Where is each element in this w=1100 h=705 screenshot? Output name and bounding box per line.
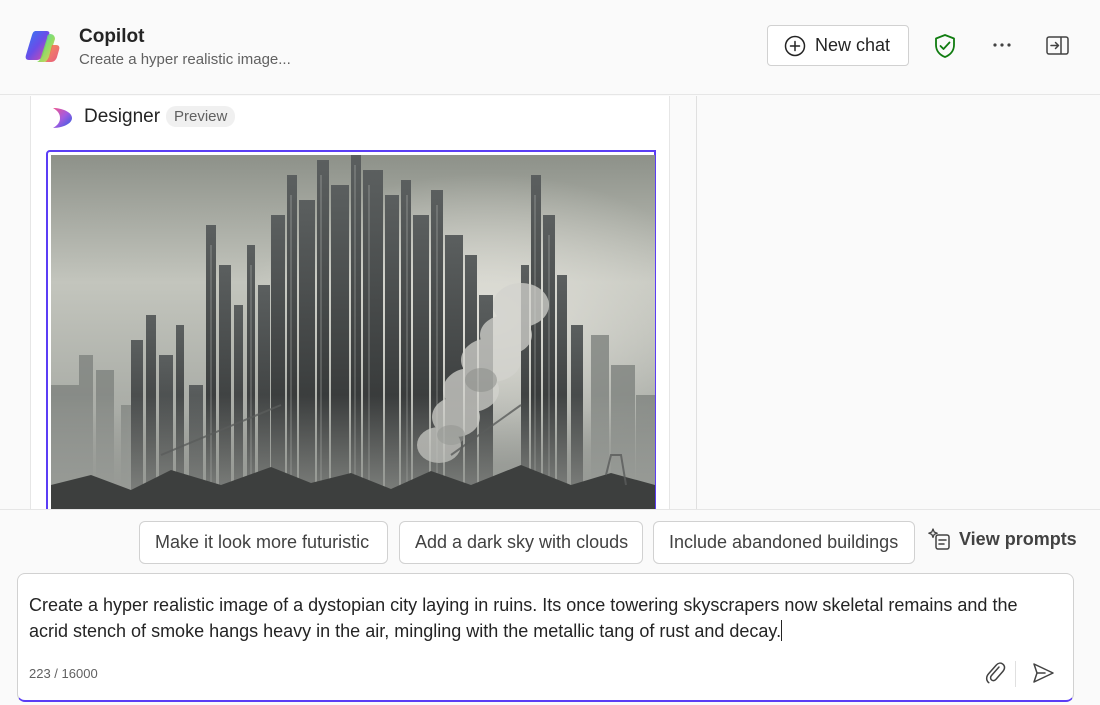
designer-title: Designer [84, 106, 161, 127]
copilot-logo [25, 31, 60, 62]
designer-card: Designer Preview [30, 96, 670, 509]
preview-badge: Preview [166, 106, 236, 127]
new-chat-button[interactable]: New chat [767, 25, 909, 66]
more-icon [993, 43, 1011, 47]
generated-image[interactable] [46, 150, 656, 509]
prompts-sparkle-icon [928, 528, 950, 550]
character-count: 223 / 16000 [29, 666, 98, 681]
message-composer[interactable]: Create a hyper realistic image of a dyst… [17, 573, 1074, 702]
suggestion-chip[interactable]: Make it look more futuristic [139, 521, 388, 564]
suggestion-chip[interactable]: Add a dark sky with clouds [399, 521, 643, 564]
message-input[interactable]: Create a hyper realistic image of a dyst… [29, 593, 1059, 644]
shield-check-icon[interactable] [933, 33, 957, 59]
app-title: Copilot [79, 26, 145, 47]
chat-area: Designer Preview [0, 96, 697, 509]
send-icon[interactable] [1031, 661, 1055, 685]
suggestion-chip[interactable]: Include abandoned buildings [653, 521, 915, 564]
view-prompts-label: View prompts [959, 528, 1077, 549]
suggestions-bar: Make it look more futuristic Add a dark … [0, 509, 1100, 575]
dystopian-city-image [51, 155, 655, 509]
attach-icon[interactable] [984, 661, 1006, 685]
side-panel [698, 96, 1100, 509]
designer-logo [53, 108, 72, 128]
plus-circle-icon [784, 35, 806, 56]
message-text: Create a hyper realistic image of a dyst… [29, 595, 1018, 641]
panel-toggle-icon[interactable] [1045, 33, 1070, 58]
view-prompts-button[interactable]: View prompts [927, 524, 1077, 554]
header: Copilot Create a hyper realistic image..… [0, 0, 1100, 95]
more-options-button[interactable] [990, 32, 1014, 58]
new-chat-label: New chat [815, 35, 891, 55]
chat-subtitle: Create a hyper realistic image... [79, 51, 291, 68]
composer-divider [1015, 661, 1016, 687]
text-caret [781, 619, 783, 641]
